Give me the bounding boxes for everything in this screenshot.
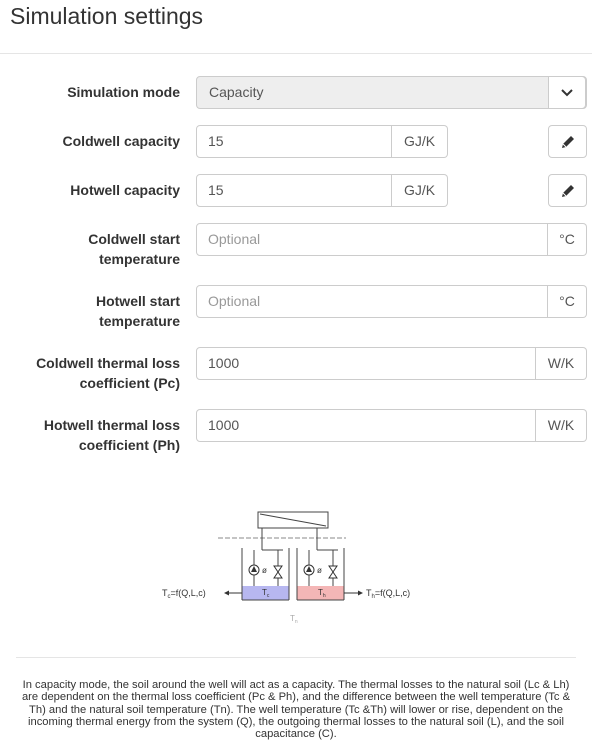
hotwell-start-label-line1: Hotwell start [95, 293, 180, 309]
th-formula: Th=f(Q,L,c) [366, 588, 410, 600]
svg-text:ø: ø [317, 566, 322, 575]
simulation-mode-label: Simulation mode [67, 84, 180, 100]
coldwell-start-temperature-label: Coldwell start temperature [88, 229, 180, 269]
tc-formula: Tc=f(Q,L,c) [162, 588, 206, 600]
coldwell-start-label-line2: temperature [99, 251, 180, 267]
cold-arrow-icon [224, 590, 229, 596]
coldwell-capacity-unit: GJ/K [392, 125, 448, 158]
coldwell-thermal-loss-unit: W/K [536, 347, 587, 380]
coldwell-capacity-edit-button[interactable] [548, 125, 587, 158]
coldwell-thermal-loss-label: Coldwell thermal loss coefficient (Pc) [36, 353, 180, 393]
coldwell-capacity-label: Coldwell capacity [62, 133, 180, 149]
hotwell-capacity-label: Hotwell capacity [70, 182, 180, 198]
hotwell-capacity-input[interactable]: 15 [196, 174, 392, 207]
coldwell-start-label-line1: Coldwell start [88, 231, 180, 247]
coldwell-loss-label-line1: Coldwell thermal loss [36, 355, 180, 371]
pencil-icon [561, 135, 574, 148]
title-divider [0, 53, 592, 54]
hotwell-capacity-edit-button[interactable] [548, 174, 587, 207]
hotwell-thermal-loss-input[interactable]: 1000 [196, 409, 536, 442]
capacity-mode-diagram: ø ø Tc=f(Q,L,c) Th=f(Q,L,c) Tc Th Tn [150, 500, 430, 630]
hotwell-start-label-line2: temperature [99, 313, 180, 329]
chevron-down-icon [561, 89, 573, 97]
hotwell-loss-label-line1: Hotwell thermal loss [43, 417, 180, 433]
hotwell-start-temperature-unit: °C [548, 285, 587, 318]
hotwell-start-temperature-label: Hotwell start temperature [96, 291, 180, 331]
coldwell-loss-label-line2: coefficient (Pc) [79, 375, 180, 391]
pencil-icon [561, 184, 574, 197]
simulation-mode-value: Capacity [209, 84, 264, 100]
mode-description: In capacity mode, the soil around the we… [21, 679, 571, 741]
hotwell-thermal-loss-unit: W/K [536, 409, 587, 442]
tn-label: Tn [290, 614, 298, 625]
hot-arrow-icon [358, 590, 363, 596]
hotwell-capacity-unit: GJ/K [392, 174, 448, 207]
hotwell-thermal-loss-label: Hotwell thermal loss coefficient (Ph) [44, 415, 180, 455]
coldwell-thermal-loss-input[interactable]: 1000 [196, 347, 536, 380]
hotwell-start-temperature-input[interactable]: Optional [196, 285, 548, 318]
hotwell-loss-label-line2: coefficient (Ph) [78, 437, 180, 453]
page-title: Simulation settings [10, 3, 204, 29]
simulation-mode-dropdown-button[interactable] [548, 76, 586, 109]
description-divider [16, 657, 576, 658]
coldwell-start-temperature-input[interactable]: Optional [196, 223, 548, 256]
coldwell-start-temperature-unit: °C [548, 223, 587, 256]
simulation-mode-select[interactable]: Capacity [196, 76, 587, 109]
coldwell-capacity-input[interactable]: 15 [196, 125, 392, 158]
svg-text:ø: ø [262, 566, 267, 575]
